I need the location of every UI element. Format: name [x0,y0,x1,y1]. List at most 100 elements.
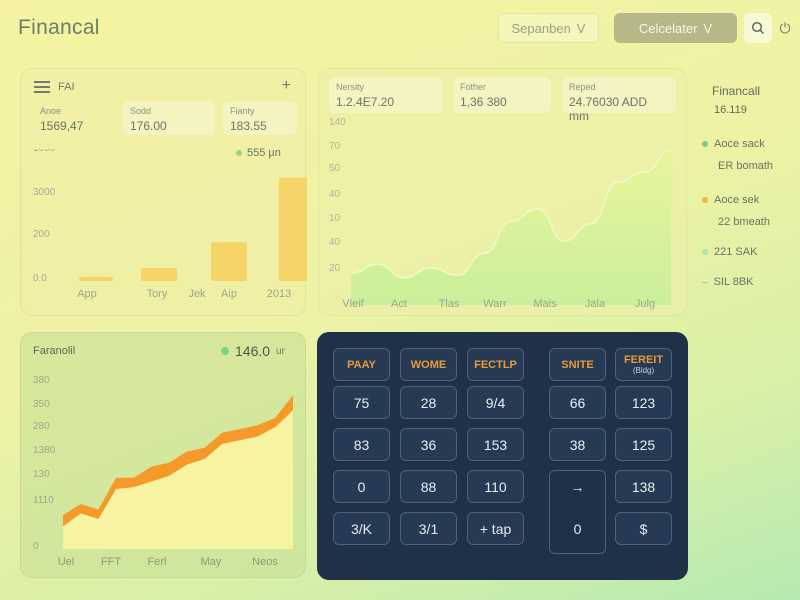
calc-key[interactable]: 88 [400,470,457,503]
calc-key-label: FECTLP [474,358,517,371]
x-tick-label: Act [391,298,407,310]
calc-key[interactable]: 66 [549,386,606,419]
calc-key[interactable]: 138 [615,470,672,503]
side-panel: Financall 16.119 Aoce sack ER bomath Aoc… [700,72,796,312]
search-icon [751,21,765,35]
side-panel-item[interactable]: – SIL 8BK [702,276,754,288]
calc-key-label: 123 [631,394,656,411]
legend-dot [702,197,708,203]
y-tick-label: 10 [329,213,341,224]
y-tick-label: 1110 [33,495,54,506]
growth-card: Faranolil 146.0 ur 380 350 280 1380 130 1110 0… [20,332,306,578]
bar [279,177,307,281]
calc-key[interactable]: 75 [333,386,390,419]
stat-label: Fianty [230,106,255,116]
calc-key[interactable]: 110 [467,470,524,503]
side-item-sub: ER bomath [718,160,774,172]
calc-key[interactable]: 28 [400,386,457,419]
calc-key[interactable]: 83 [333,428,390,461]
minus-icon: – [702,276,708,288]
side-panel-item[interactable]: 221 SAK [702,246,757,258]
calculator-button[interactable]: Celcelater V [614,13,737,43]
calc-key[interactable]: WOME [400,348,457,381]
month-select-label: Sepanben [511,20,571,36]
y-tick-label: 20 [329,263,341,274]
y-tick-label: 380 [33,375,50,386]
y-tick-label: 140 [329,117,346,128]
stat-value: 183.55 [230,119,267,133]
side-item-label: SIL 8BK [713,276,754,288]
calc-key-label: 153 [483,436,508,453]
summary-card: FAI + Anoe 1569,47 Sodd 176.00 Fianty 18… [20,68,307,316]
calc-key[interactable]: 3/1 [400,512,457,545]
calc-key-label: 0 [573,520,582,537]
legend-unit: ur [276,345,285,357]
stat-label: Nersity [336,82,365,92]
bar [141,268,177,281]
bar [79,276,113,281]
calc-key-label: + tap [479,520,512,537]
side-panel-item[interactable]: Aoce sack [702,138,765,150]
area-chart: 140 70 50 40 10 40 20 Vleif Act Tlas Warr Mais Jala J… [329,117,672,310]
stat-label: Anoe [40,106,62,116]
y-tick-label: 1380 [33,445,56,456]
search-button[interactable] [744,13,772,43]
chevron-down-icon: V [703,20,713,36]
calc-key[interactable]: PAAY [333,348,390,381]
calc-key[interactable]: 38 [549,428,606,461]
y-tick-label: 40 [329,237,341,248]
x-tick-label: May [201,556,222,568]
legend-value: 146.0 [235,343,271,359]
x-tick-label: App [77,288,97,300]
y-tick-label: 70 [329,141,341,152]
calc-key[interactable]: 0 [333,470,390,503]
calc-key[interactable]: FEREIT (Bldg) [615,348,672,381]
card-title: FAI [58,81,75,93]
x-tick-label: Vleif [342,298,364,310]
bar-chart: 1000 3000 200 0.0 App Tory Jek Aip 2013 [33,149,307,300]
calc-key[interactable]: 153 [467,428,524,461]
calc-key-label: PAAY [347,358,376,371]
calc-key-label: 0 [357,478,366,495]
side-item-sub: 22 bmeath [718,216,770,228]
add-icon[interactable]: + [282,77,291,95]
x-tick-label: Julg [635,298,655,310]
power-icon[interactable]: ⏻ [774,16,796,40]
stat-box: Fother 1,36 380 [453,77,551,113]
side-item-label: Aoce sek [714,194,760,206]
calc-key[interactable]: SNITE [549,348,606,381]
calc-key[interactable]: 0 [549,512,606,545]
stat-box: Anoe 1569,47 [33,101,119,133]
calc-key-label: 75 [353,394,370,411]
calc-key[interactable]: 123 [615,386,672,419]
side-panel-item[interactable]: Aoce sek [702,194,759,206]
stat-label: Fother [460,82,487,92]
stat-box: Reped 24.76030 ADD mm [562,77,676,123]
calc-key[interactable]: 125 [615,428,672,461]
calculator-panel: PAAY WOME FECTLP SNITE FEREIT (Bldg) 75 28 9/4 66… [317,332,688,580]
x-tick-label: Ferl [148,556,167,568]
calc-key[interactable]: 36 [400,428,457,461]
chart-legend: 146.0 ur [221,343,285,359]
calc-key[interactable]: 3/K [333,512,390,545]
stat-label: Reped [569,82,596,92]
y-tick-label: 0 [33,541,39,552]
calc-key[interactable]: + tap [467,512,524,545]
x-tick-label: Jek [188,288,206,300]
stat-box: Sodd 176.00 [123,101,215,135]
calc-key-label: 3/K [350,520,372,537]
x-tick-label: FFT [101,556,121,568]
stat-value: 1569,47 [40,119,84,133]
calc-key-label: FEREIT [623,354,664,366]
calc-key-label: 66 [569,394,586,411]
calc-key[interactable]: FECTLP [467,348,524,381]
calc-key[interactable]: $ [615,512,672,545]
x-tick-label: Mais [533,298,557,310]
calc-key[interactable]: 9/4 [467,386,524,419]
legend-dot [702,249,708,255]
menu-icon[interactable] [34,81,50,93]
calc-key-label: 9/4 [485,394,506,411]
calc-key-label: 110 [484,478,507,495]
calculator-button-label: Celcelater [638,20,698,36]
month-select[interactable]: Sepanben V [498,13,599,43]
